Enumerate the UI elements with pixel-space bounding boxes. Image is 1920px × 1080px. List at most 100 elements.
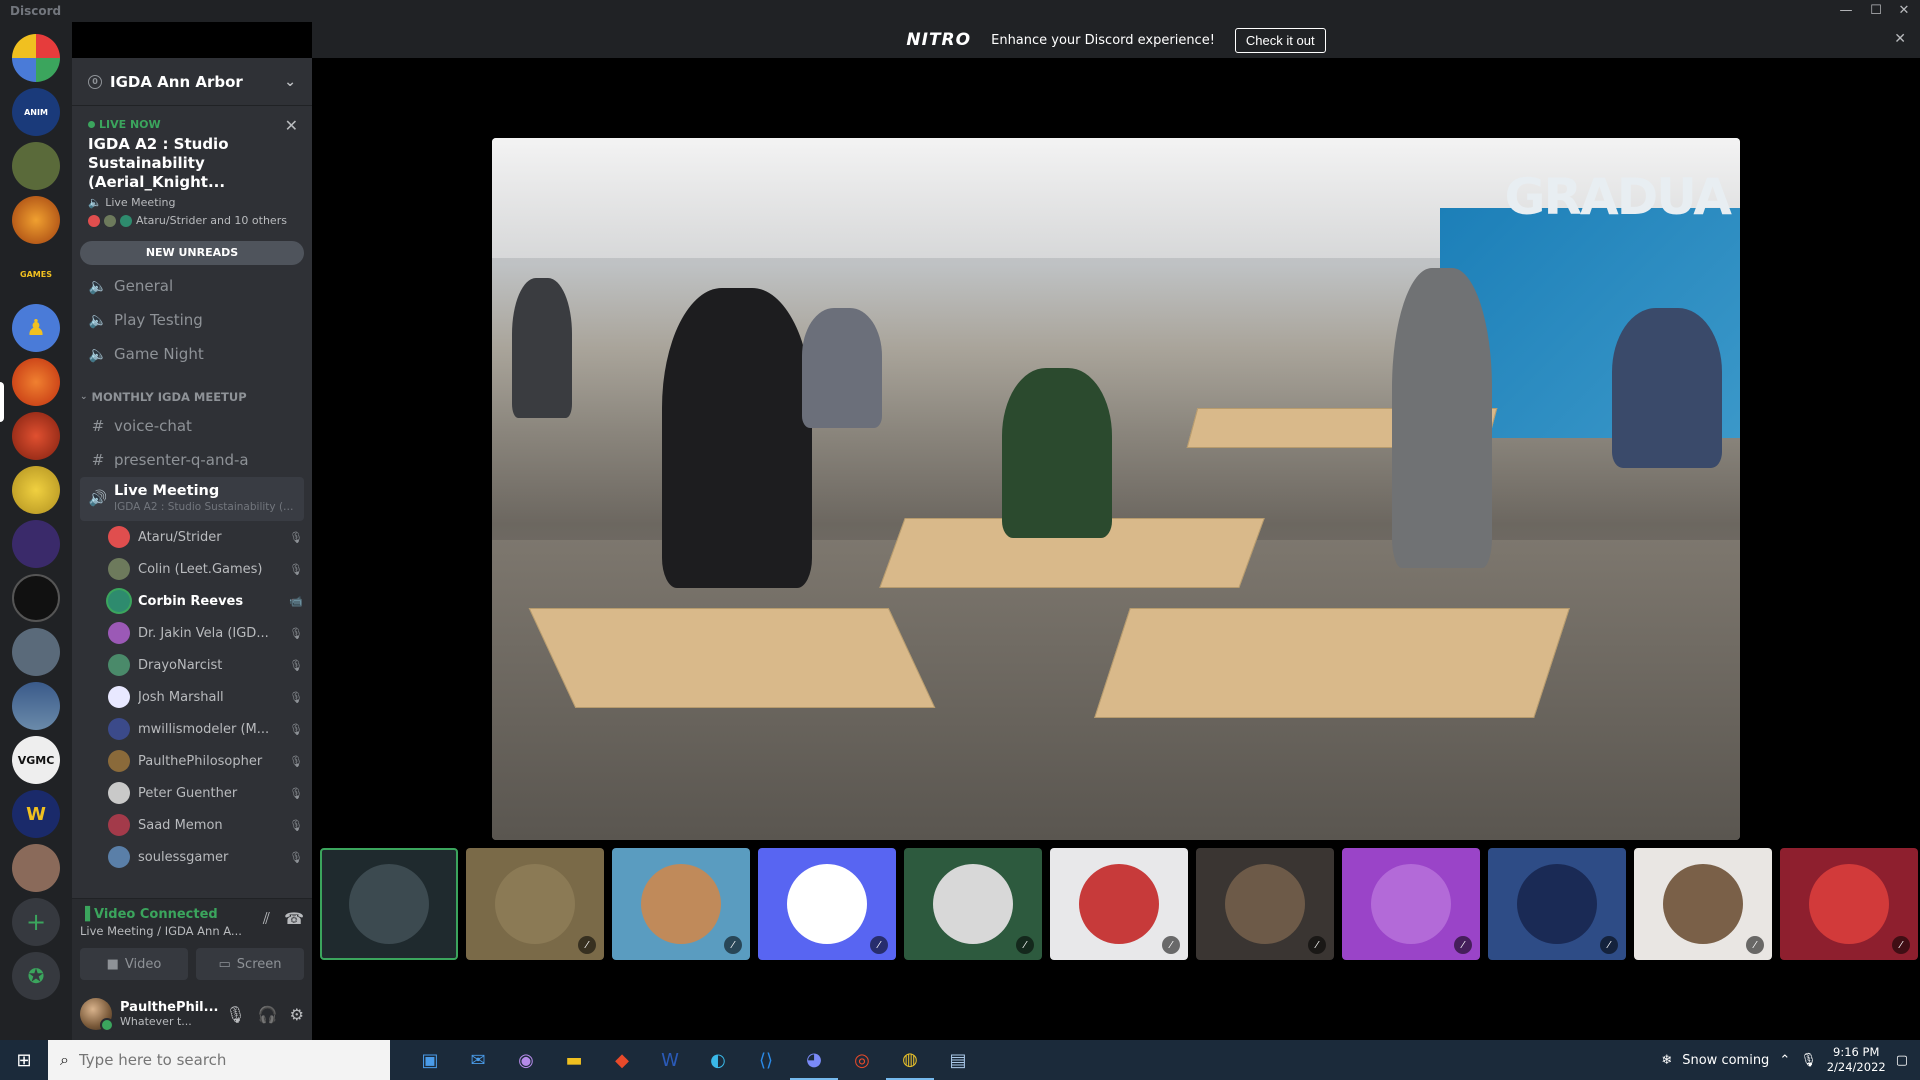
channel-live-meeting[interactable]: 🔊 Live Meeting IGDA A2 : Studio Sustaina… <box>80 477 304 521</box>
office-icon[interactable]: ◆ <box>598 1040 646 1080</box>
channel-presenter-q-and-a[interactable]: # presenter-q-and-a <box>80 443 304 477</box>
word-icon[interactable]: W <box>646 1040 694 1080</box>
add-server-icon[interactable]: + <box>12 898 60 946</box>
server-icon[interactable]: W <box>12 790 60 838</box>
voice-connected-channel[interactable]: Live Meeting / IGDA Ann A... <box>80 924 250 938</box>
mic-muted-icon: ⁄ <box>1746 936 1764 954</box>
channel-play-testing[interactable]: 🔈 Play Testing <box>80 303 304 337</box>
avatar[interactable] <box>80 998 114 1032</box>
voice-user[interactable]: Corbin Reeves 📹 <box>108 585 304 617</box>
folder-icon[interactable]: ▬ <box>550 1040 598 1080</box>
voice-user[interactable]: Colin (Leet.Games) 🎙 <box>108 553 304 585</box>
screen-share-button[interactable]: ▭ Screen <box>196 948 304 980</box>
main-video-stream[interactable]: GRADUA <box>492 138 1740 840</box>
server-icon[interactable] <box>12 520 60 568</box>
voice-user[interactable]: Dr. Jakin Vela (IGD... 🎙 <box>108 617 304 649</box>
mail-icon[interactable]: ✉ <box>454 1040 502 1080</box>
participant-tile[interactable]: ⁄ <box>1196 848 1334 960</box>
avatar <box>349 864 429 944</box>
channel-general[interactable]: 🔈 General <box>80 269 304 303</box>
avatar <box>1371 864 1451 944</box>
windows-start-icon[interactable]: ⊞ <box>0 1040 48 1080</box>
close-icon[interactable]: ✕ <box>285 116 298 135</box>
server-icon[interactable] <box>12 358 60 406</box>
clock[interactable]: 9:16 PM 2/24/2022 <box>1827 1045 1886 1075</box>
new-unreads-button[interactable]: NEW UNREADS <box>80 241 304 265</box>
server-icon[interactable] <box>12 142 60 190</box>
server-icon[interactable] <box>12 574 60 622</box>
chevron-down-icon[interactable]: ⌄ <box>284 74 296 90</box>
mute-icon[interactable]: 🎙 <box>225 1005 245 1024</box>
taskbar-search[interactable]: ⌕ <box>48 1040 390 1080</box>
speaker-icon: 🔈 <box>88 345 108 363</box>
server-header[interactable]: 0 IGDA Ann Arbor ⌄ <box>72 58 312 106</box>
chevron-up-icon[interactable]: ⌃ <box>1779 1053 1790 1068</box>
microphone-icon[interactable]: 🎙 <box>1800 1053 1817 1068</box>
server-icon[interactable] <box>12 412 60 460</box>
voice-user[interactable]: Josh Marshall 🎙 <box>108 681 304 713</box>
edge-icon[interactable]: ◐ <box>694 1040 742 1080</box>
music-icon[interactable]: ◎ <box>838 1040 886 1080</box>
avatar <box>108 686 130 708</box>
participant-tile[interactable]: ⁄ <box>1634 848 1772 960</box>
explore-icon[interactable]: ✪ <box>12 952 60 1000</box>
noise-suppression-icon[interactable]: ⫽ <box>263 909 270 929</box>
participant-tile[interactable]: ⁄ <box>1488 848 1626 960</box>
server-icon[interactable]: ANIM <box>12 88 60 136</box>
voice-user[interactable]: DrayoNarcist 🎙 <box>108 649 304 681</box>
chrome-icon[interactable]: ◍ <box>886 1040 934 1080</box>
server-icon[interactable] <box>12 844 60 892</box>
video-button[interactable]: ■ Video <box>80 948 188 980</box>
server-icon[interactable] <box>12 466 60 514</box>
server-icon[interactable] <box>12 196 60 244</box>
server-icon[interactable] <box>12 34 60 82</box>
voice-user[interactable]: PaulthePhilosopher 🎙 <box>108 745 304 777</box>
channel-voice-chat[interactable]: # voice-chat <box>80 409 304 443</box>
maximize-button[interactable]: ☐ <box>1862 0 1890 22</box>
voice-user[interactable]: Peter Guenther 🎙 <box>108 777 304 809</box>
server-badge: 0 <box>88 74 102 89</box>
participant-tile[interactable]: ⁄ <box>1050 848 1188 960</box>
avatar <box>108 590 130 612</box>
voice-user[interactable]: Ataru/Strider 🎙 <box>108 521 304 553</box>
mic-muted-icon: 🎙 <box>289 626 303 640</box>
live-event-card[interactable]: LIVE NOW ✕ IGDA A2 : Studio Sustainabili… <box>72 106 312 235</box>
voice-user[interactable]: mwillismodeler (M... 🎙 <box>108 713 304 745</box>
live-event-channel: 🔈 Live Meeting <box>88 196 176 209</box>
nitro-close-icon[interactable]: ✕ <box>1894 31 1906 47</box>
minimize-button[interactable]: — <box>1832 0 1860 22</box>
gear-icon[interactable]: ⚙ <box>290 1005 304 1024</box>
voice-user-name: Ataru/Strider <box>138 529 222 545</box>
server-icon[interactable]: GAMES <box>12 250 60 298</box>
close-window-button[interactable]: ✕ <box>1890 0 1918 22</box>
participant-tile[interactable]: ⁄ <box>758 848 896 960</box>
store-icon[interactable]: ▣ <box>406 1040 454 1080</box>
category-header[interactable]: ⌄ MONTHLY IGDA MEETUP <box>72 385 312 409</box>
participant-tile[interactable]: ⁄ <box>904 848 1042 960</box>
search-input[interactable] <box>78 1051 329 1069</box>
notification-icon[interactable]: ▢ <box>1896 1053 1908 1068</box>
participant-tile[interactable]: ⁄ <box>1780 848 1918 960</box>
server-icon[interactable]: ♟ <box>12 304 60 352</box>
disconnect-icon[interactable]: ☎ <box>284 909 304 929</box>
voice-user[interactable]: Saad Memon 🎙 <box>108 809 304 841</box>
channel-game-night[interactable]: 🔈 Game Night <box>80 337 304 371</box>
server-icon[interactable] <box>12 628 60 676</box>
avatar <box>1225 864 1305 944</box>
participant-tile[interactable] <box>320 848 458 960</box>
server-icon[interactable] <box>12 682 60 730</box>
voice-user[interactable]: soulessgamer 🎙 <box>108 841 304 873</box>
weather-text[interactable]: Snow coming <box>1682 1053 1769 1068</box>
headphones-icon[interactable]: 🎧 <box>258 1005 278 1024</box>
user-status: Whatever t... <box>120 1015 192 1028</box>
participant-tile[interactable]: ⁄ <box>466 848 604 960</box>
participant-tile[interactable]: ⁄ <box>1342 848 1480 960</box>
discord-icon[interactable]: ◕ <box>790 1040 838 1080</box>
vscode-icon[interactable]: ⟨⟩ <box>742 1040 790 1080</box>
participant-tile[interactable]: ⁄ <box>612 848 750 960</box>
github-icon[interactable]: ◉ <box>502 1040 550 1080</box>
nitro-cta-button[interactable]: Check it out <box>1234 27 1326 53</box>
weather-icon[interactable]: ❄ <box>1661 1053 1672 1068</box>
notepad-icon[interactable]: ▤ <box>934 1040 982 1080</box>
server-icon[interactable]: VGMC <box>12 736 60 784</box>
